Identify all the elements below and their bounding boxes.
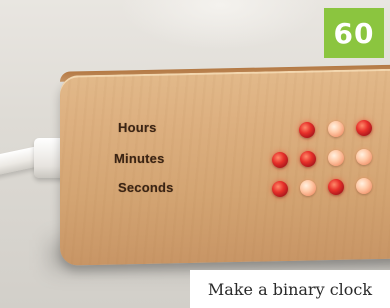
background-highlight: [120, 0, 320, 50]
number-badge: 60: [324, 8, 384, 58]
label-seconds: Seconds: [118, 180, 174, 195]
led-hours-1: [299, 122, 315, 138]
led-minutes-1: [272, 152, 288, 168]
led-minutes-2: [300, 151, 316, 167]
led-seconds-1: [272, 181, 288, 197]
caption-text: Make a binary clock: [207, 279, 373, 299]
label-hours: Hours: [118, 120, 157, 135]
led-seconds-4: [356, 178, 372, 194]
badge-number: 60: [333, 16, 375, 50]
led-hours-2: [328, 121, 344, 137]
wooden-board: [60, 68, 390, 266]
caption-box: Make a binary clock: [190, 270, 390, 308]
led-minutes-3: [328, 150, 344, 166]
led-seconds-2: [300, 180, 316, 196]
label-minutes: Minutes: [114, 151, 165, 166]
led-minutes-4: [356, 149, 372, 165]
led-seconds-3: [328, 179, 344, 195]
led-hours-3: [356, 120, 372, 136]
